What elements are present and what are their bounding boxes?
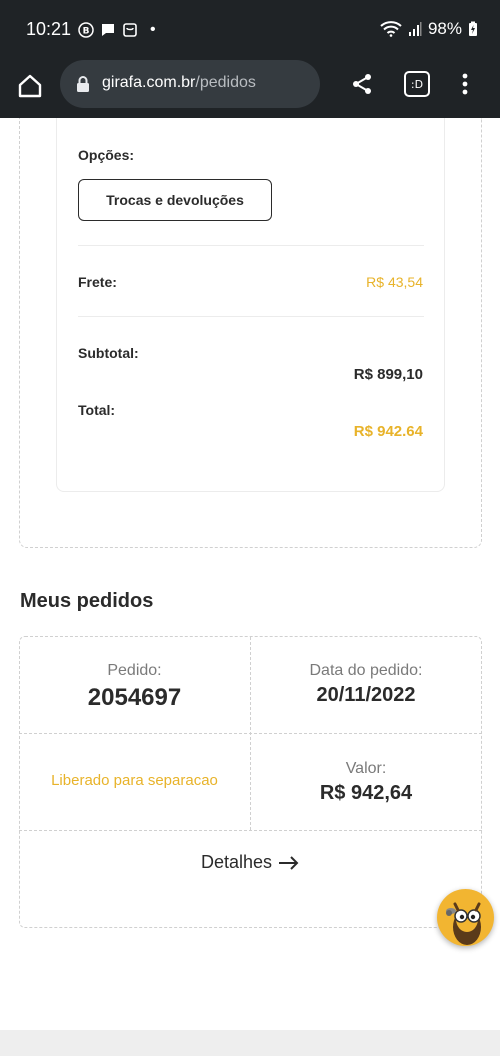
divider [78,316,424,317]
arrow-right-icon [279,855,299,870]
address-bar[interactable]: girafa.com.br/pedidos [60,60,320,108]
order-value-cell: Valor: R$ 942,64 [250,760,482,805]
wifi-icon [380,21,402,37]
order-details-link[interactable]: Detalhes [19,852,482,873]
lock-icon [77,76,89,92]
chat-notification-icon [102,24,114,36]
date-caption: Data do pedido: [309,662,423,679]
url-text: girafa.com.br/pedidos [102,74,256,92]
order-date-cell: Data do pedido: 20/11/2022 [250,662,482,707]
my-orders-title: Meus pedidos [20,590,154,612]
total-label: Total: [78,402,116,418]
footer-strip [0,1030,500,1056]
giraffe-face-icon [446,902,481,945]
more-vert-icon[interactable] [458,72,472,96]
signal-icon [408,22,422,36]
grid-divider-horizontal [19,830,482,831]
order-status: Liberado para separacao [51,772,218,789]
status-dot: • [150,21,156,38]
svg-text:B: B [83,27,90,37]
status-time: 10:21 [26,19,72,39]
order-status-cell: Liberado para separacao [19,772,250,789]
tab-switcher-icon[interactable]: :D [404,71,430,97]
battery-percent: 98% [427,19,462,38]
url-domain: girafa.com.br [102,74,196,91]
value-caption: Valor: [345,760,387,777]
home-icon[interactable] [16,72,44,100]
share-icon[interactable] [350,72,374,96]
details-label: Detalhes [200,852,273,872]
tab-switcher-label: :D [410,77,424,91]
subtotal-label: Subtotal: [78,345,139,361]
url-path: /pedidos [195,74,256,91]
order-number-cell: Pedido: 2054697 [19,662,250,712]
shipping-value: R$ 43,54 [366,274,423,290]
total-value: R$ 942.64 [353,423,423,440]
shipping-label: Frete: [78,274,117,290]
options-label: Opções: [78,147,135,163]
divider [78,245,424,246]
subtotal-value: R$ 899,10 [353,366,423,383]
browser-toolbar: girafa.com.br/pedidos :D [0,60,500,118]
status-bar: 10:21 B • 98% [0,0,500,60]
system-status-icons: 98% [380,19,478,39]
grid-divider-horizontal [19,733,482,734]
order-number: 2054697 [87,684,182,711]
giraffe-mascot-icon[interactable] [437,889,494,946]
order-value: R$ 942,64 [319,782,413,804]
exchanges-returns-button[interactable]: Trocas e devoluções [78,179,272,221]
notification-icons: B • [78,21,156,39]
shop-notification-icon [123,23,137,37]
battery-icon [469,21,477,36]
bereal-notification-icon: B [78,22,94,38]
order-caption: Pedido: [107,662,162,679]
order-date: 20/11/2022 [316,684,416,706]
